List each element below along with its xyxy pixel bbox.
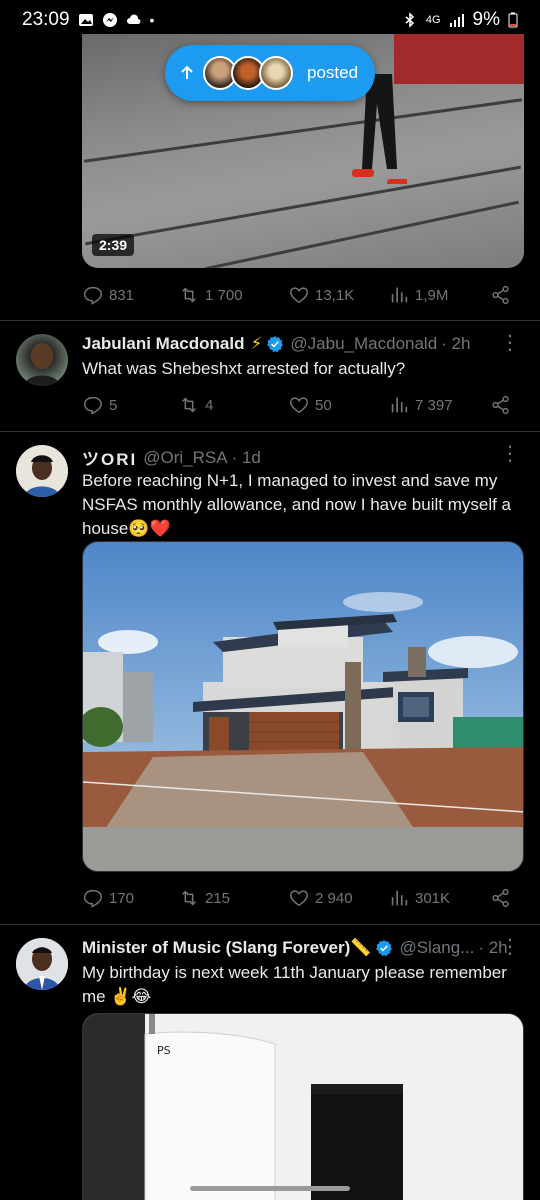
share-icon [492, 285, 509, 305]
tweet-time: · 2h [441, 334, 471, 353]
repost-count: 215 [205, 889, 231, 907]
like-count: 2 940 [315, 889, 353, 907]
repost-button[interactable]: 4 [178, 394, 288, 416]
tweet-header: ツORI @Ori_RSA · 1d [82, 445, 522, 470]
video-seam [85, 165, 521, 246]
share-button[interactable] [490, 394, 512, 416]
like-count: 13,1K [315, 286, 355, 304]
new-posts-pill[interactable]: posted [165, 45, 375, 101]
video-seam [83, 98, 523, 163]
like-button[interactable]: 13,1K [288, 284, 388, 306]
divider [0, 431, 540, 432]
like-icon [290, 287, 308, 304]
share-icon [492, 888, 509, 908]
gesture-bar[interactable] [190, 1186, 350, 1191]
reply-icon [84, 889, 102, 908]
avatar[interactable] [16, 334, 68, 386]
pill-avatars [203, 56, 293, 90]
repost-icon [182, 890, 196, 906]
verified-icon [376, 940, 393, 957]
reply-button[interactable]: 831 [82, 284, 178, 306]
network-type: 4G [425, 14, 441, 26]
views-icon [391, 890, 408, 906]
tweet-actions: 5 4 50 7 397 [82, 392, 522, 418]
repost-button[interactable]: 215 [178, 887, 288, 909]
cloud-icon [126, 14, 141, 24]
signal-icon [449, 14, 464, 27]
repost-icon [182, 397, 196, 413]
posted-label: posted [307, 63, 359, 82]
tweet-header: Jabulani Macdonald ⚡ @Jabu_Macdonald · 2… [82, 334, 522, 354]
tweet-actions: 831 1 700 13,1K 1,9M [82, 282, 522, 308]
bluetooth-icon [405, 12, 414, 28]
messenger-icon [102, 13, 117, 27]
reply-icon [84, 286, 102, 305]
reply-count: 5 [109, 396, 118, 414]
verified-icon [267, 336, 284, 353]
repost-icon [182, 287, 196, 303]
views-button[interactable]: 1,9M [388, 284, 488, 306]
lightning-icon: ⚡ [250, 334, 263, 353]
house-image [83, 542, 523, 871]
like-button[interactable]: 2 940 [288, 887, 388, 909]
views-icon [391, 287, 408, 303]
share-icon [492, 395, 509, 415]
more-icon[interactable]: ⋮ [500, 444, 520, 464]
divider [0, 320, 540, 321]
video-duration: 2:39 [92, 234, 135, 256]
more-icon[interactable]: ⋮ [500, 333, 520, 353]
video-bouncy-castle-wall [394, 34, 524, 84]
tweet-actions: 170 215 2 940 301K [82, 885, 522, 911]
views-button[interactable]: 7 397 [388, 394, 488, 416]
repost-count: 4 [205, 396, 214, 414]
tweet-photo[interactable]: PS [82, 1013, 524, 1200]
divider [0, 924, 540, 925]
console-image: PS [83, 1014, 523, 1200]
author-handle[interactable]: @Jabu_Macdonald [290, 334, 437, 354]
battery-level: 9% [472, 9, 500, 30]
author-handle[interactable]: @Ori_RSA [143, 448, 227, 468]
view-count: 7 397 [415, 396, 453, 414]
battery-icon [508, 12, 518, 28]
like-button[interactable]: 50 [288, 394, 388, 416]
like-count: 50 [315, 396, 332, 414]
reply-button[interactable]: 170 [82, 887, 178, 909]
view-count: 301K [415, 889, 451, 907]
views-button[interactable]: 301K [388, 887, 488, 909]
author-handle[interactable]: @Slang... [399, 938, 474, 958]
author-name[interactable]: Minister of Music (Slang Forever)📏 [82, 938, 371, 958]
tweet-photo[interactable] [82, 541, 524, 872]
status-bar: 23:09 • 4G 9% [0, 0, 540, 40]
like-icon [290, 397, 308, 414]
reply-count: 831 [109, 286, 135, 304]
tweet-header: Minister of Music (Slang Forever)📏 @Slan… [82, 938, 522, 958]
tweet-time: · 1d [231, 447, 261, 467]
author-name[interactable]: Jabulani Macdonald [82, 334, 244, 354]
repost-button[interactable]: 1 700 [178, 284, 288, 306]
tweet-text: My birthday is next week 11th January pl… [82, 963, 507, 1006]
avatar [259, 56, 293, 90]
clock: 23:09 [22, 9, 70, 30]
gallery-icon [78, 14, 93, 26]
avatar[interactable] [16, 938, 68, 990]
share-button[interactable] [490, 887, 512, 909]
video-seam [205, 200, 519, 268]
tweet-text: Before reaching N+1, I managed to invest… [82, 471, 511, 538]
reply-icon [84, 396, 102, 415]
more-icon[interactable]: ⋮ [500, 937, 520, 957]
views-icon [391, 397, 408, 413]
repost-count: 1 700 [205, 286, 243, 304]
tweet-text: What was Shebeshxt arrested for actually… [82, 359, 406, 378]
like-icon [290, 890, 308, 907]
author-name[interactable]: ツORI [82, 445, 137, 470]
reply-count: 170 [109, 889, 135, 907]
view-count: 1,9M [415, 286, 449, 304]
dot-icon: • [149, 12, 155, 28]
share-button[interactable] [490, 284, 512, 306]
arrow-up-icon [181, 65, 193, 79]
playstation-logo: PS [157, 1044, 171, 1057]
reply-button[interactable]: 5 [82, 394, 178, 416]
avatar[interactable] [16, 445, 68, 497]
